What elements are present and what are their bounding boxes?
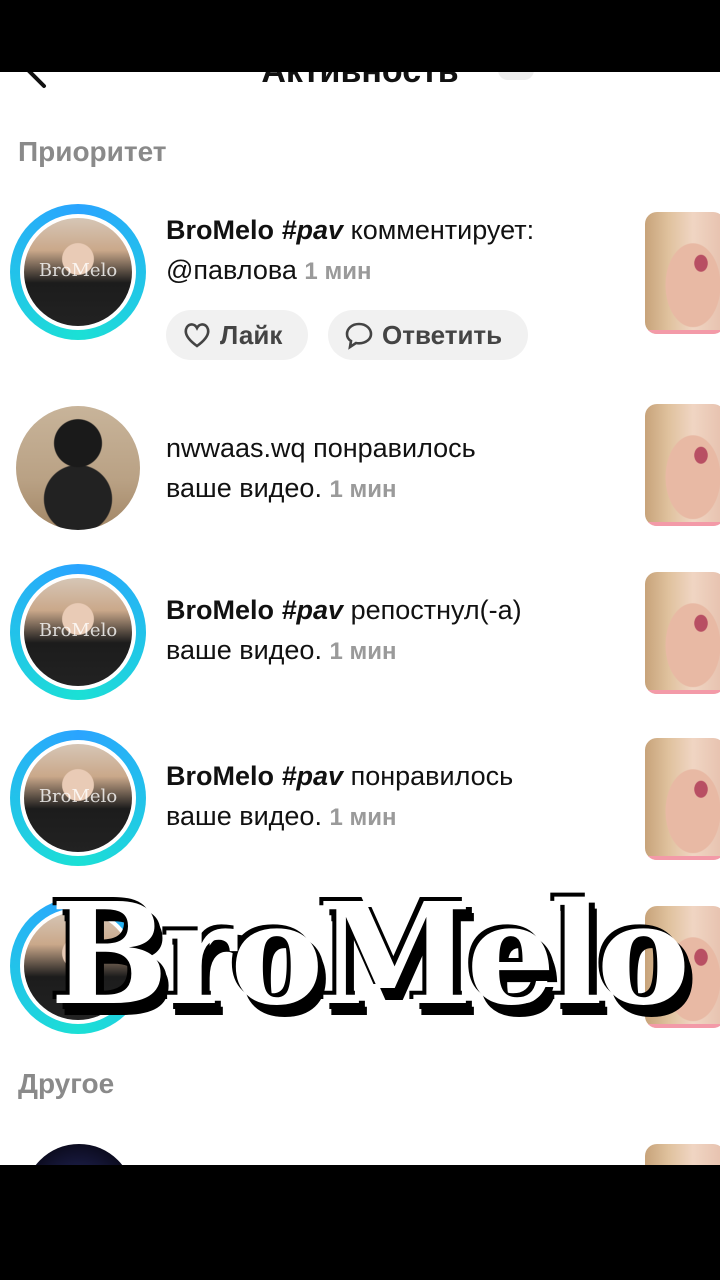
section-priority: Приоритет — [18, 136, 167, 167]
video-thumbnail[interactable] — [645, 212, 720, 334]
username[interactable]: BroMelo — [166, 215, 274, 245]
heart-icon — [184, 323, 210, 348]
list-item[interactable]: BroMelo BroMelo #pav репостнул(-а) ваше … — [0, 564, 720, 714]
chevron-down-icon[interactable] — [498, 72, 534, 80]
video-thumbnail[interactable] — [645, 572, 720, 694]
avatar-watermark: BroMelo — [38, 786, 118, 807]
reply-label: Ответить — [382, 319, 503, 350]
avatar[interactable] — [24, 1144, 134, 1165]
avatar[interactable]: BroMelo — [10, 564, 146, 700]
video-thumbnail[interactable] — [645, 1144, 720, 1165]
page-title: Активность — [0, 72, 720, 91]
video-text: ваше видео. — [166, 473, 322, 503]
notification-text: BroMelo #pav репостнул(-а) ваше видео. 1… — [166, 590, 636, 672]
avatar-watermark: BroMelo — [38, 260, 118, 281]
action-text: понравилось — [350, 761, 514, 791]
action-text: репостнул(-а) — [350, 595, 522, 625]
user-tag: #pav — [281, 595, 344, 625]
user-tag: #pav — [281, 215, 344, 245]
video-text: ваше видео. — [166, 801, 322, 831]
like-label: Лайк — [220, 319, 283, 350]
notification-text: BroMelo #pav понравилось ваше видео. 1 м… — [166, 756, 636, 838]
list-item[interactable]: BroMelo BroMelo #pav комментирует: @павл… — [0, 204, 720, 360]
comment-bubble-icon — [345, 322, 373, 350]
avatar-watermark: BroMelo — [38, 620, 118, 641]
action-text: понравилось — [313, 433, 476, 463]
avatar[interactable]: BroMelo — [10, 204, 146, 340]
comment-text: @павлова — [166, 255, 297, 285]
section-other: Другое — [18, 1068, 115, 1099]
header: Активность — [0, 72, 720, 104]
notification-text: nwwaas.wq понравилось ваше видео. 1 мин — [166, 428, 636, 510]
timestamp: 1 мин — [329, 638, 397, 665]
avatar[interactable] — [16, 406, 140, 530]
action-text: комментирует: — [350, 215, 535, 245]
timestamp: 1 мин — [304, 258, 372, 285]
username[interactable]: nwwaas.wq — [166, 433, 306, 463]
video-text: ваше видео. — [166, 635, 322, 665]
username[interactable]: BroMelo — [166, 595, 274, 625]
list-item[interactable] — [0, 1144, 720, 1165]
watermark-logo: BroMelo — [50, 873, 690, 1037]
video-thumbnail[interactable] — [645, 404, 720, 526]
username[interactable]: BroMelo — [166, 761, 274, 791]
notification-text: BroMelo #pav комментирует: @павлова 1 ми… — [166, 210, 636, 292]
avatar[interactable]: BroMelo — [10, 730, 146, 866]
video-thumbnail[interactable] — [645, 738, 720, 860]
timestamp: 1 мин — [329, 476, 397, 503]
like-button[interactable]: Лайк — [166, 310, 308, 360]
reply-button[interactable]: Ответить — [328, 310, 528, 360]
timestamp: 1 мин — [329, 804, 397, 831]
list-item[interactable]: BroMelo BroMelo #pav понравилось ваше ви… — [0, 730, 720, 880]
user-tag: #pav — [281, 761, 344, 791]
list-item[interactable]: nwwaas.wq понравилось ваше видео. 1 мин — [0, 402, 720, 552]
